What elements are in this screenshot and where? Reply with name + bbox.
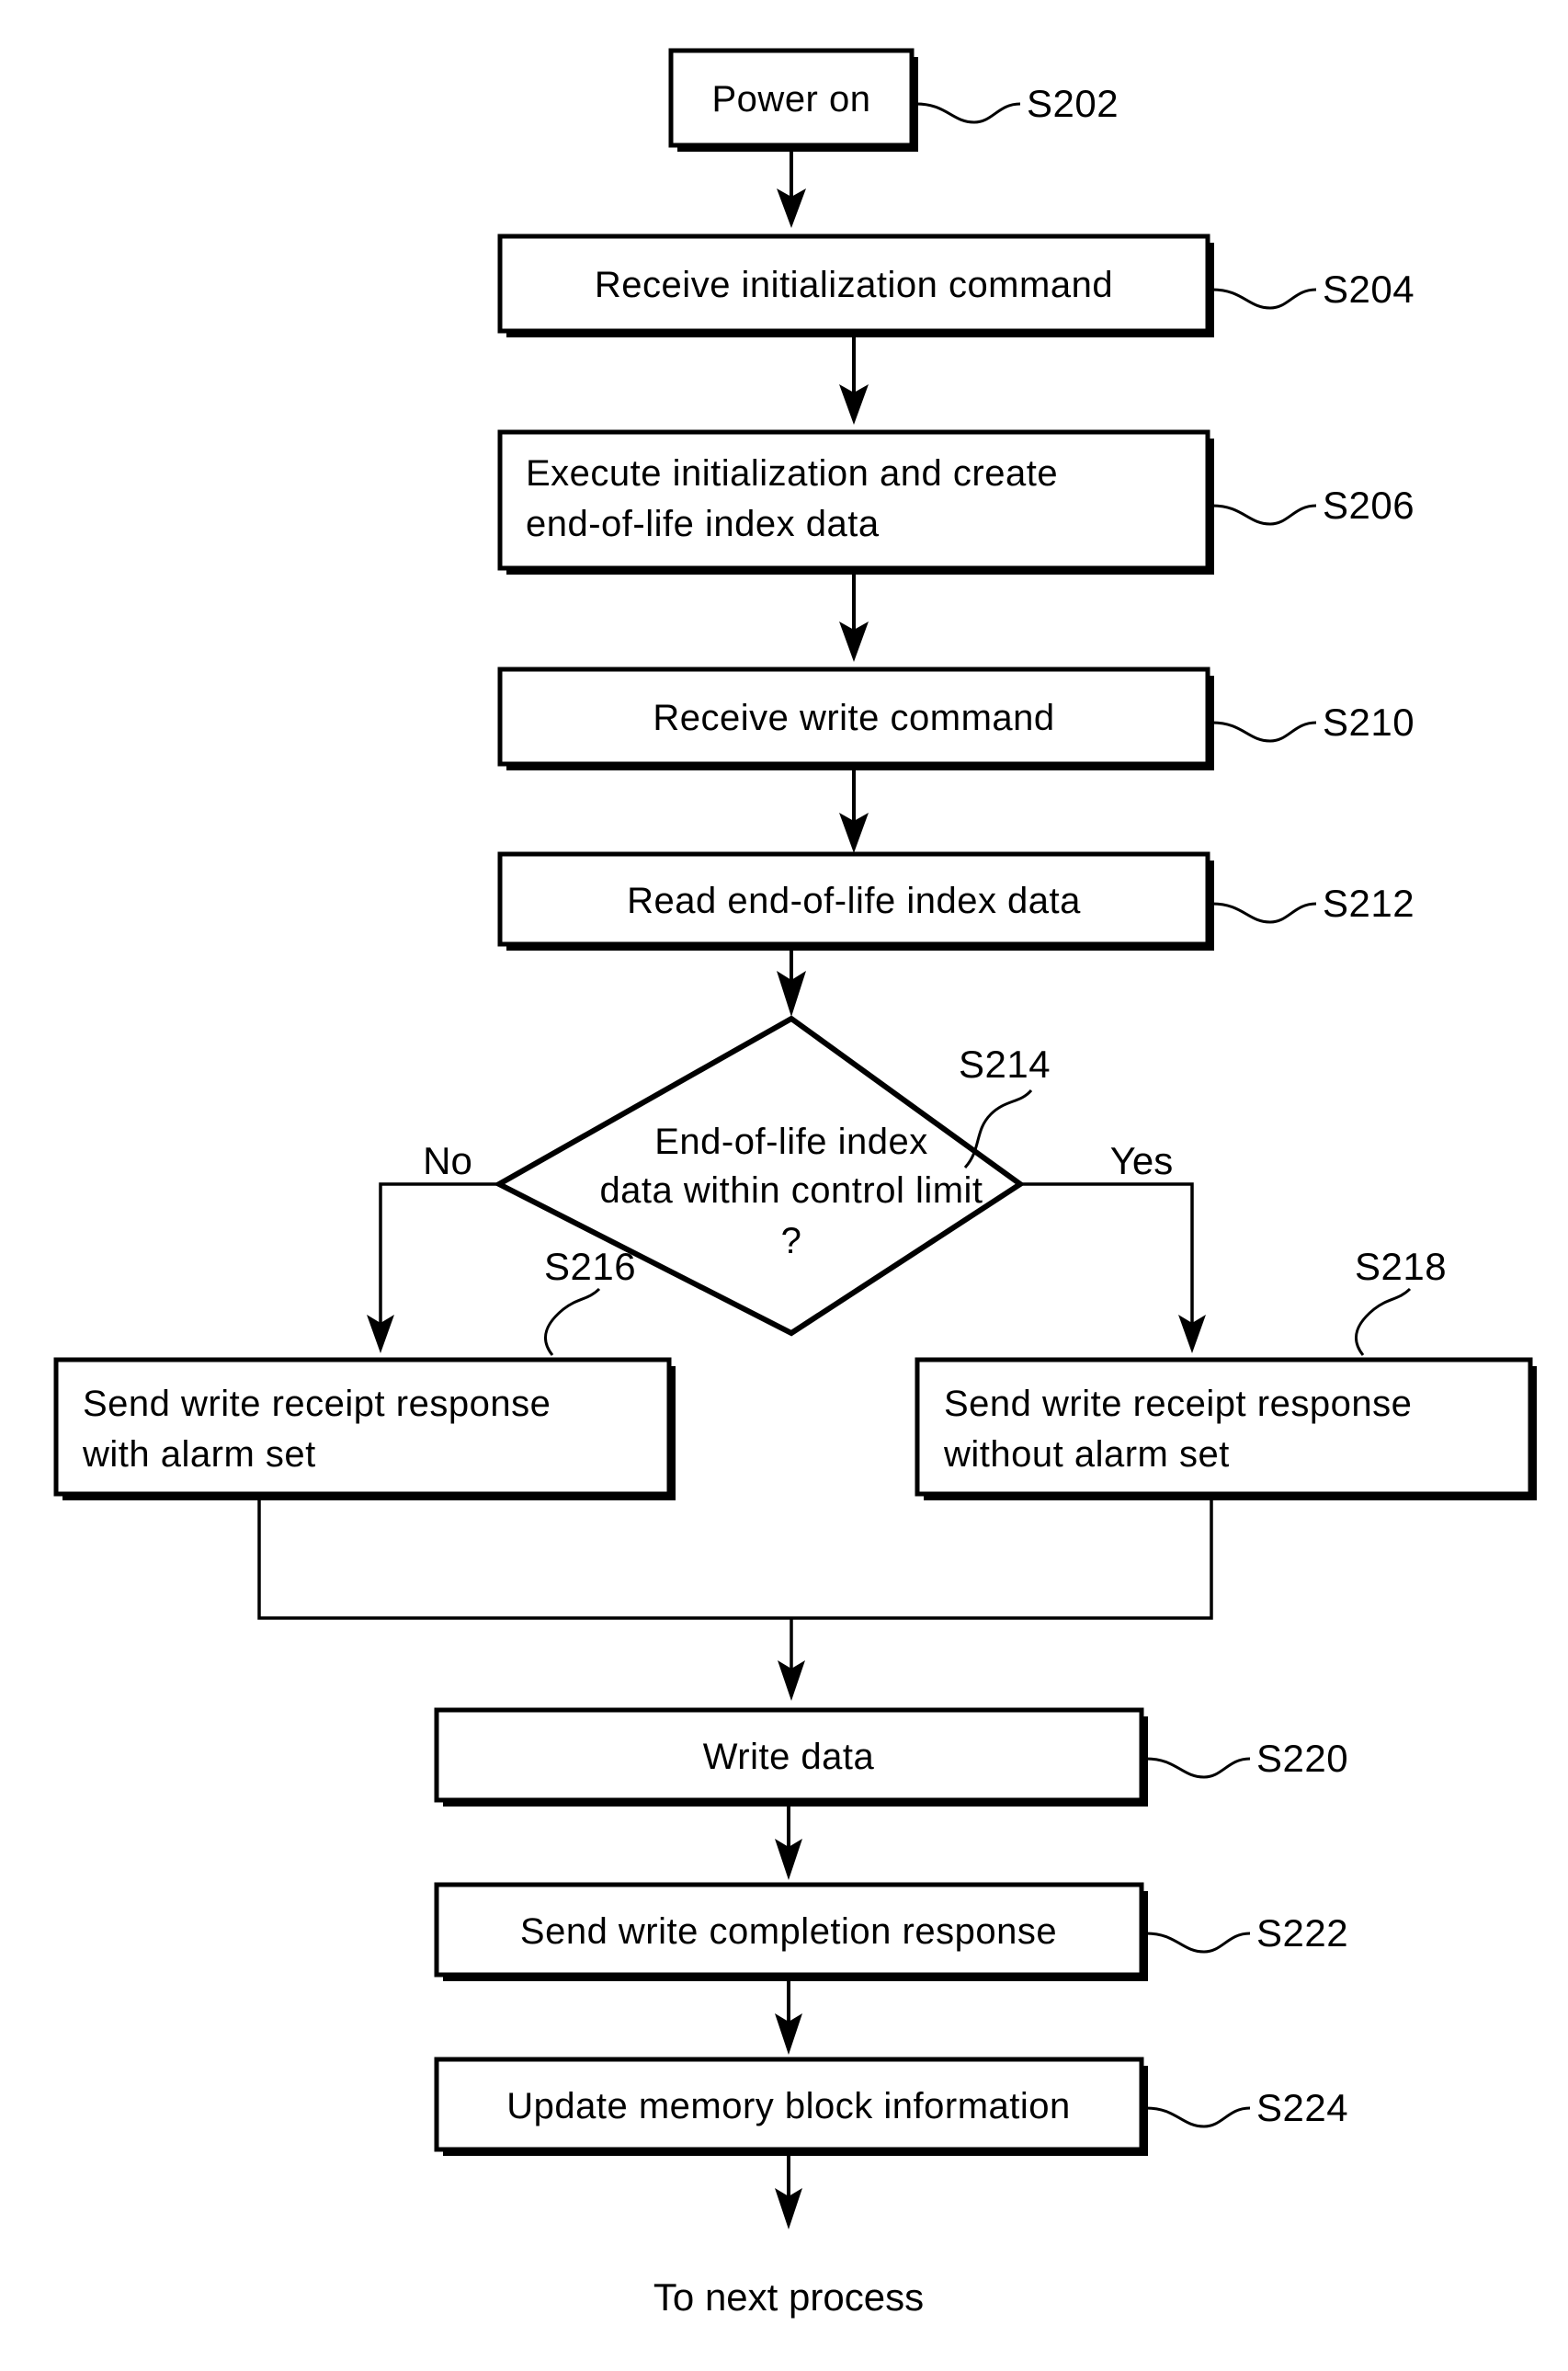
- step-ref-s214: S214: [959, 1043, 1051, 1086]
- node-send-without-alarm-label-line1: Send write receipt response: [944, 1384, 1412, 1424]
- node-send-with-alarm: Send write receipt response with alarm s…: [53, 1357, 676, 1500]
- leader-s202: [915, 102, 1021, 124]
- flowchart-diagram: Power on S202 Receive initialization com…: [0, 0, 1568, 2371]
- connector-yes-branch: [1020, 1182, 1206, 1353]
- leader-s216: [543, 1287, 601, 1356]
- step-ref-s212: S212: [1323, 882, 1415, 925]
- node-decision-label-line3: ?: [781, 1221, 802, 1261]
- step-ref-s210: S210: [1323, 701, 1415, 744]
- node-update-memory-block: Update memory block information: [434, 2057, 1148, 2156]
- node-send-completion: Send write completion response: [434, 1882, 1148, 1981]
- connector-s220-s222: [775, 1800, 802, 1880]
- connector-s212-s214: [777, 944, 806, 1017]
- connector-no-branch: [367, 1182, 499, 1353]
- step-ref-s220: S220: [1256, 1737, 1348, 1780]
- node-send-with-alarm-label-line1: Send write receipt response: [83, 1384, 551, 1424]
- leader-s206: [1211, 504, 1317, 526]
- flowchart-canvas: Power on S202 Receive initialization com…: [53, 48, 1537, 2319]
- leader-s224: [1145, 2106, 1251, 2128]
- leader-s220: [1145, 1757, 1251, 1779]
- step-ref-s206: S206: [1323, 484, 1415, 527]
- step-ref-s222: S222: [1256, 1911, 1348, 1955]
- node-send-with-alarm-label-line2: with alarm set: [82, 1434, 316, 1475]
- node-receive-write-command: Receive write command: [497, 667, 1214, 770]
- node-write-data-label: Write data: [703, 1737, 875, 1777]
- step-ref-s216: S216: [544, 1245, 636, 1288]
- node-update-memory-block-label: Update memory block information: [506, 2086, 1071, 2126]
- node-decision-label-line2: data within control limit: [599, 1170, 983, 1211]
- node-receive-initialization-label: Receive initialization command: [595, 265, 1113, 305]
- node-send-completion-label: Send write completion response: [520, 1911, 1057, 1952]
- connector-s210-s212: [839, 764, 869, 853]
- leader-s212: [1211, 902, 1317, 924]
- leader-s222: [1145, 1932, 1251, 1954]
- connector-s206-s210: [839, 568, 869, 662]
- node-power-on: Power on: [668, 48, 918, 152]
- step-ref-s218: S218: [1355, 1245, 1447, 1288]
- terminal-to-next-process: To next process: [653, 2275, 924, 2319]
- node-receive-initialization: Receive initialization command: [497, 234, 1214, 337]
- connector-s224-terminal: [775, 2149, 802, 2229]
- connector-s202-s204: [777, 145, 806, 228]
- step-ref-s204: S204: [1323, 268, 1415, 311]
- step-ref-s202: S202: [1027, 82, 1119, 125]
- leader-s218: [1354, 1287, 1412, 1356]
- leader-s210: [1211, 721, 1317, 743]
- node-execute-initialization-label-line2: end-of-life index data: [526, 504, 880, 544]
- node-read-index-data: Read end-of-life index data: [497, 851, 1214, 951]
- node-execute-initialization-label-line1: Execute initialization and create: [526, 453, 1058, 494]
- node-read-index-data-label: Read end-of-life index data: [627, 881, 1081, 921]
- connector-s222-s224: [775, 1975, 802, 2055]
- connector-s204-s206: [839, 331, 869, 425]
- connector-merge-to-write-data: [257, 1500, 1213, 1701]
- leader-s204: [1211, 288, 1317, 310]
- node-receive-write-command-label: Receive write command: [653, 698, 1054, 738]
- branch-label-yes: Yes: [1110, 1139, 1174, 1182]
- branch-label-no: No: [423, 1139, 472, 1182]
- node-execute-initialization: Execute initialization and create end-of…: [497, 429, 1214, 575]
- node-send-without-alarm-label-line2: without alarm set: [943, 1434, 1230, 1475]
- step-ref-s224: S224: [1256, 2086, 1348, 2129]
- node-power-on-label: Power on: [712, 79, 871, 120]
- node-decision-label-line1: End-of-life index: [654, 1122, 928, 1162]
- node-send-without-alarm: Send write receipt response without alar…: [915, 1357, 1537, 1500]
- node-write-data: Write data: [434, 1707, 1148, 1807]
